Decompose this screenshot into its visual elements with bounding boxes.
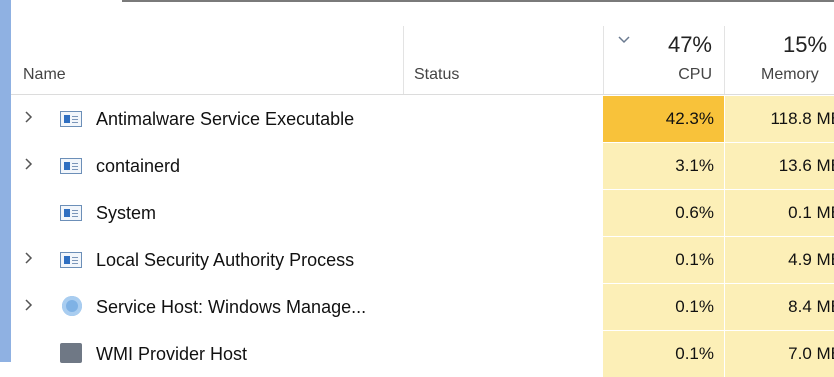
process-name: containerd [96,156,181,176]
chevron-right-icon[interactable] [24,110,38,126]
cpu-value: 0.1% [675,344,714,363]
chevron-right-icon[interactable] [24,298,38,314]
cpu-value: 3.1% [675,156,714,175]
process-name: Antimalware Service Executable [96,109,355,129]
memory-value: 118.8 MB [770,109,834,128]
window-left-edge [0,0,11,362]
cpu-cell: 0.1% [603,237,724,283]
column-header-row: Name Status 47% CPU 15% Memory [11,2,834,95]
chevron-down-icon [618,32,630,44]
process-name: System [96,203,157,223]
process-name-cell: System [11,190,411,236]
cpu-total-percent: 47% [667,32,712,57]
table-row[interactable]: Antimalware Service Executable 42.3% 118… [11,96,834,142]
process-name-cell: Local Security Authority Process [11,237,411,283]
memory-value: 4.9 MB [788,250,834,269]
process-name-cell: containerd [11,143,411,189]
memory-cell: 13.6 MB [725,143,834,189]
process-name: Local Security Authority Process [96,250,355,270]
table-row[interactable]: Service Host: Windows Manage... 0.1% 8.4… [11,284,834,330]
column-header-cpu[interactable]: 47% CPU [604,2,724,94]
cpu-cell: 0.1% [603,331,724,377]
memory-value: 13.6 MB [778,156,834,175]
cpu-cell: 0.6% [603,190,724,236]
column-header-name-label: Name [23,66,66,83]
table-row[interactable]: containerd 3.1% 13.6 MB [11,143,834,189]
cpu-cell: 0.1% [603,284,724,330]
memory-cell: 0.1 MB [725,190,834,236]
table-row[interactable]: System 0.6% 0.1 MB [11,190,834,236]
gear-icon [62,296,82,316]
memory-cell: 8.4 MB [725,284,834,330]
cpu-value: 0.6% [675,203,714,222]
table-row[interactable]: Local Security Authority Process 0.1% 4.… [11,237,834,283]
column-header-cpu-label: CPU [678,66,712,83]
process-window-icon [60,158,82,174]
cpu-value: 42.3% [665,109,714,128]
chevron-right-icon[interactable] [24,251,38,267]
process-name-cell: WMI Provider Host [11,331,411,377]
process-window-icon [60,111,82,127]
column-header-memory[interactable]: 15% Memory [725,2,834,94]
table-row[interactable]: WMI Provider Host 0.1% 7.0 MB [11,331,834,377]
column-header-status-label: Status [414,66,460,83]
memory-value: 7.0 MB [788,344,834,363]
column-header-name[interactable]: Name [11,2,403,94]
cpu-cell: 42.3% [603,96,724,142]
process-name-cell: Service Host: Windows Manage... [11,284,411,330]
cpu-cell: 3.1% [603,143,724,189]
column-header-status[interactable]: Status [404,2,603,94]
memory-value: 8.4 MB [788,297,834,316]
chevron-right-icon[interactable] [24,157,38,173]
memory-cell: 4.9 MB [725,237,834,283]
memory-total-percent: 15% [783,32,828,57]
memory-cell: 7.0 MB [725,331,834,377]
process-window-icon [60,252,82,268]
wmi-icon [60,343,82,363]
cpu-value: 0.1% [675,250,714,269]
process-window-icon [60,205,82,221]
memory-value: 0.1 MB [788,203,834,222]
process-name: Service Host: Windows Manage... [96,297,367,317]
process-name-cell: Antimalware Service Executable [11,96,411,142]
memory-cell: 118.8 MB [725,96,834,142]
column-header-memory-label: Memory [761,66,819,83]
cpu-value: 0.1% [675,297,714,316]
